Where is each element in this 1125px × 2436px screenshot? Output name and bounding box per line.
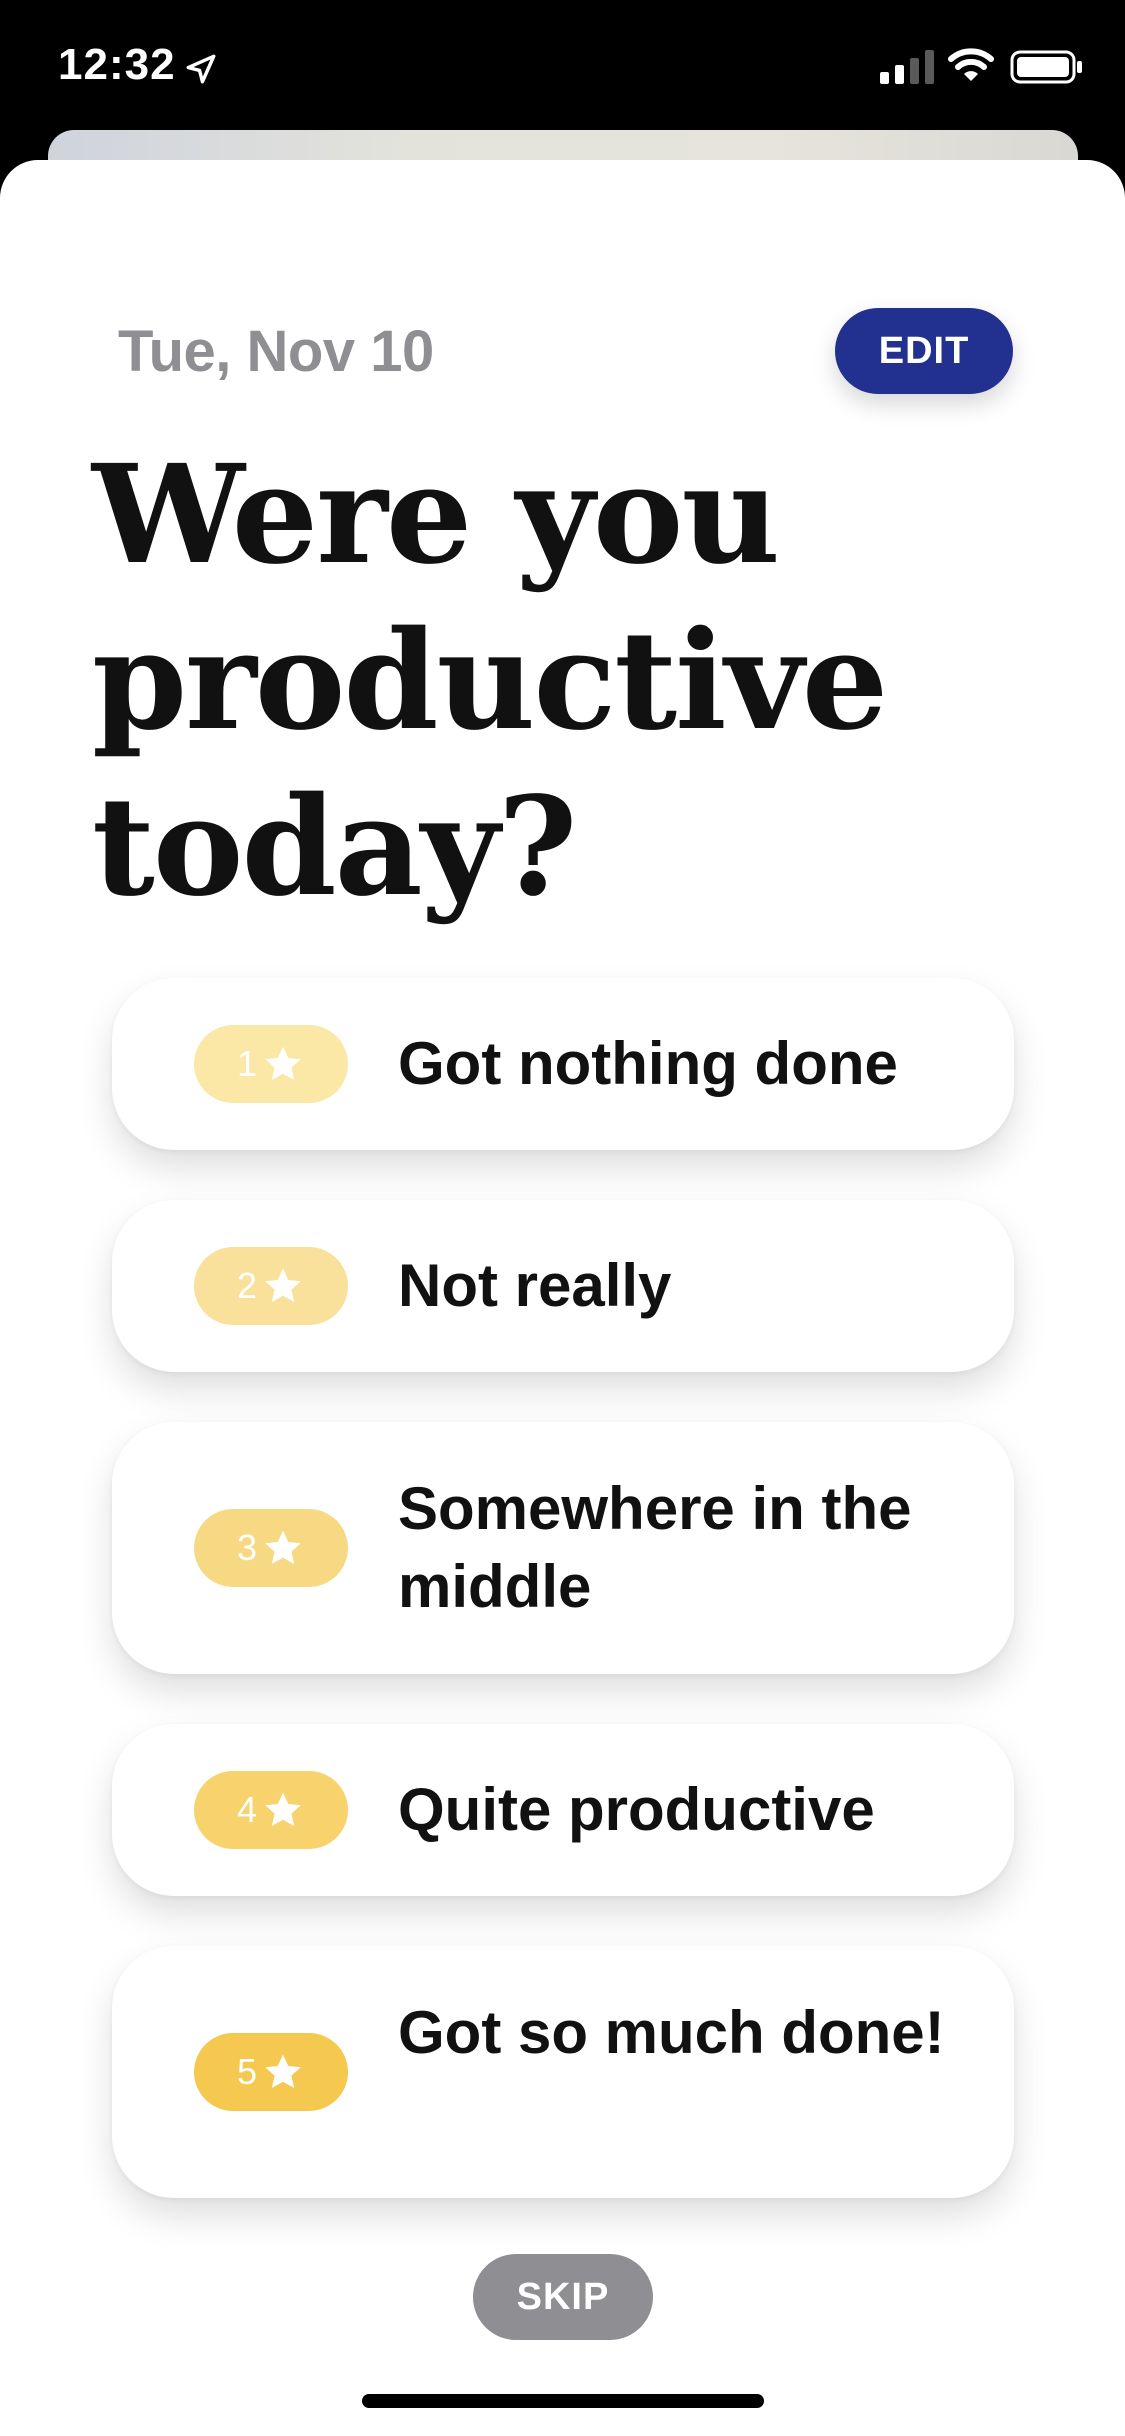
status-time: 12:32 [58,40,176,89]
home-indicator[interactable] [362,2394,764,2408]
option-card-1[interactable]: 1 Got nothing done [112,978,1014,1150]
star-icon [265,1268,301,1302]
rating-number: 1 [236,1043,258,1084]
rating-pill: 4 [194,1771,348,1849]
rating-pill: 1 [194,1025,348,1103]
date-label: Tue, Nov 10 [118,319,434,384]
battery-icon [1010,50,1082,84]
wifi-icon [948,48,994,81]
star-icon [265,1792,301,1826]
option-card-5[interactable]: 5 Got so much done! [112,1946,1014,2198]
option-label: Quite productive [398,1776,875,1843]
rating-pill: 5 [194,2033,348,2111]
option-card-3[interactable]: 3 Somewhere in the middle [112,1422,1014,1674]
rating-number: 3 [236,1527,258,1568]
question-title: Were you productive today? [92,435,888,927]
edit-button[interactable]: EDIT [835,308,1013,394]
option-card-2[interactable]: 2 Not really [112,1200,1014,1372]
location-arrow-icon [186,54,216,84]
rating-number: 2 [236,1265,258,1306]
option-label: Not really [398,1252,672,1319]
cellular-signal-icon [880,50,934,84]
option-label: Somewhere in the middle [398,1475,912,1620]
rating-number: 4 [236,1789,258,1830]
option-card-4[interactable]: 4 Quite productive [112,1724,1014,1896]
rating-pill: 2 [194,1247,348,1325]
star-icon [265,2054,301,2088]
rating-number: 5 [236,2051,258,2092]
rating-pill: 3 [194,1509,348,1587]
star-icon [265,1530,301,1564]
option-label: Got so much done! [398,1999,945,2066]
star-icon [265,1046,301,1080]
option-label: Got nothing done [398,1030,898,1097]
status-bar: 12:32 [0,0,1125,140]
skip-button[interactable]: SKIP [473,2254,653,2340]
